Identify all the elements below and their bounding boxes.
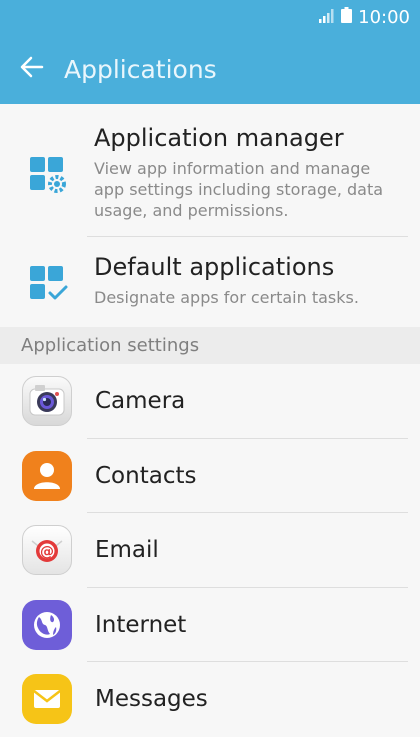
app-label-camera: Camera (95, 388, 186, 415)
app-manager-icon (24, 151, 74, 201)
messages-icon (22, 674, 72, 725)
application-manager-title: Application manager (94, 124, 344, 152)
app-row-messages[interactable]: Messages (0, 662, 420, 737)
status-time: 10:00 (358, 6, 410, 28)
app-row-internet[interactable]: Internet (0, 588, 420, 662)
app-row-camera[interactable]: Camera (0, 364, 420, 439)
default-applications-item[interactable]: Default applications Designate apps for … (0, 237, 420, 327)
section-header: Application settings (0, 327, 420, 364)
back-button[interactable] (18, 55, 46, 83)
app-label-contacts: Contacts (95, 462, 197, 489)
status-bar: 10:00 (0, 0, 420, 34)
page-title: Applications (64, 54, 217, 84)
application-manager-description: View app information and manage app sett… (94, 159, 384, 220)
default-applications-description: Designate apps for certain tasks. (94, 288, 359, 307)
arrow-left-icon (20, 56, 44, 82)
app-row-email[interactable]: @ Email (0, 513, 420, 588)
svg-text:@: @ (40, 544, 54, 560)
internet-icon (22, 599, 72, 650)
email-icon: @ (22, 525, 72, 576)
app-row-contacts[interactable]: Contacts (0, 439, 420, 513)
app-label-email: Email (95, 537, 159, 564)
app-bar: Applications (0, 34, 420, 104)
camera-icon (22, 376, 72, 427)
contacts-icon (22, 450, 72, 501)
application-manager-item[interactable]: Application manager View app information… (0, 104, 420, 237)
app-label-messages: Messages (95, 686, 208, 713)
default-applications-title: Default applications (94, 253, 335, 281)
signal-icon (319, 8, 335, 27)
default-apps-icon (24, 260, 74, 310)
battery-icon (341, 7, 353, 27)
app-label-internet: Internet (95, 611, 187, 638)
